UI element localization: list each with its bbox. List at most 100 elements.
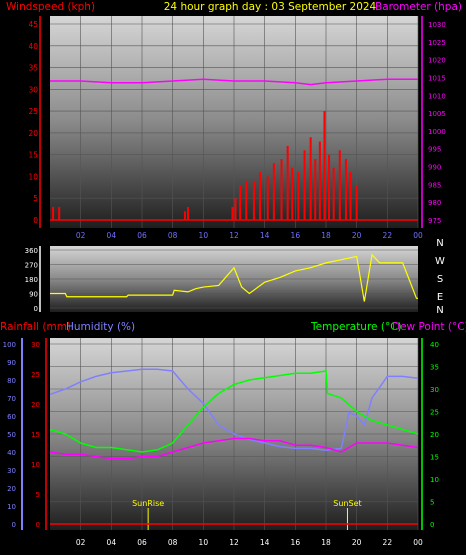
- windspeed-bar: [280, 159, 283, 220]
- barometer-tick-label: 990: [428, 164, 441, 172]
- windspeed-bar: [266, 176, 269, 220]
- windspeed-bar: [314, 159, 317, 220]
- barometer-tick-label: 1000: [428, 128, 446, 136]
- windspeed-bar: [183, 211, 186, 220]
- wind-tick-label: 5: [33, 194, 38, 203]
- wind-tick-label: 35: [28, 64, 38, 73]
- humidity-tick-label: 0: [12, 521, 16, 529]
- temp-tick-label: 30: [430, 386, 439, 394]
- temp-x-tick-label: 06: [137, 538, 147, 547]
- temp-x-tick-label: 14: [260, 538, 270, 547]
- temp-tick-label: 35: [430, 364, 439, 372]
- direction-tick-label: 180: [25, 276, 38, 284]
- humidity-tick-label: 70: [7, 395, 16, 403]
- direction-tick-label: 360: [25, 247, 38, 255]
- humidity-axis-label: Humidity (%): [66, 321, 135, 333]
- windspeed-bar: [318, 141, 321, 220]
- wind-x-tick-label: 12: [229, 231, 239, 240]
- sunset-label: SunSet: [333, 499, 361, 508]
- temp-x-tick-label: 04: [107, 538, 117, 547]
- barometer-tick-label: 1015: [428, 74, 446, 82]
- barometer-tick-label: 1005: [428, 110, 446, 118]
- barometer-tick-label: 975: [428, 217, 441, 225]
- sunrise-label: SunRise: [132, 499, 164, 508]
- temp-tick-label: 20: [430, 431, 439, 439]
- windspeed-bar: [234, 198, 237, 220]
- barometer-tick-label: 980: [428, 199, 441, 207]
- rain-tick-label: 30: [31, 341, 40, 349]
- temp-x-tick-label: 02: [76, 538, 86, 547]
- compass-label: S: [437, 274, 443, 285]
- rain-tick-label: 15: [31, 431, 40, 439]
- temp-x-tick-label: 12: [229, 538, 239, 547]
- barometer-tick-label: 1025: [428, 39, 446, 47]
- windspeed-bar: [297, 172, 300, 220]
- windspeed-bar: [245, 180, 248, 220]
- barometer-axis-label: Barometer (hpa): [375, 1, 462, 13]
- rain-tick-label: 25: [31, 371, 40, 379]
- temp-x-tick-label: 18: [321, 538, 331, 547]
- humidity-tick-label: 100: [3, 341, 16, 349]
- temp-tick-label: 15: [430, 454, 439, 462]
- temp-tick-label: 10: [430, 476, 439, 484]
- wind-tick-label: 0: [33, 216, 38, 225]
- temp-x-tick-label: 08: [168, 538, 178, 547]
- windspeed-bar: [332, 167, 335, 220]
- direction-tick-label: 270: [25, 262, 38, 270]
- wind-x-tick-label: 14: [260, 231, 270, 240]
- humidity-tick-label: 90: [7, 359, 16, 367]
- wind-tick-label: 15: [28, 151, 38, 160]
- temperature-axis-label: Temperature (°C): [310, 321, 402, 333]
- temp-x-tick-label: 10: [199, 538, 209, 547]
- barometer-tick-label: 1020: [428, 57, 446, 65]
- temp-x-tick-label: 00: [413, 538, 423, 547]
- humidity-tick-label: 50: [7, 431, 16, 439]
- wind-tick-label: 45: [28, 20, 38, 29]
- direction-tick-label: 90: [29, 291, 38, 299]
- direction-tick-label: 0: [34, 305, 38, 313]
- temp-tick-label: 0: [430, 521, 434, 529]
- windspeed-bar: [272, 163, 275, 220]
- rain-tick-label: 0: [36, 521, 40, 529]
- windspeed-bar: [328, 154, 331, 220]
- rain-axis-label: Rainfall (mm): [0, 321, 71, 333]
- humidity-tick-label: 40: [7, 449, 16, 457]
- wind-tick-label: 10: [28, 172, 38, 181]
- windspeed-bar: [338, 150, 341, 220]
- dewpoint-axis-label: Dew Point (°C): [392, 321, 466, 333]
- barometer-tick-label: 985: [428, 181, 441, 189]
- windspeed-bar: [344, 159, 347, 220]
- windspeed-bar: [355, 185, 358, 220]
- windspeed-bar: [286, 145, 289, 220]
- rain-tick-label: 10: [31, 461, 40, 469]
- wind-x-tick-label: 02: [76, 231, 86, 240]
- windspeed-bar: [58, 206, 61, 220]
- windspeed-bar: [309, 137, 312, 220]
- wind-tick-label: 40: [28, 42, 38, 51]
- wind-x-tick-label: 04: [107, 231, 117, 240]
- wind-x-tick-label: 18: [321, 231, 331, 240]
- barometer-tick-label: 995: [428, 146, 441, 154]
- chart-title: 24 hour graph day : 03 September 2024: [164, 1, 377, 13]
- humidity-tick-label: 60: [7, 413, 16, 421]
- humidity-tick-label: 30: [7, 467, 16, 475]
- humidity-tick-label: 10: [7, 503, 16, 511]
- rain-tick-label: 5: [36, 491, 40, 499]
- windspeed-bar: [231, 206, 234, 220]
- temp-x-tick-label: 16: [291, 538, 301, 547]
- wind-x-tick-label: 06: [137, 231, 147, 240]
- windspeed-bar: [259, 172, 262, 220]
- temp-tick-label: 25: [430, 409, 439, 417]
- temp-tick-label: 40: [430, 341, 439, 349]
- windspeed-bar: [323, 111, 326, 220]
- humidity-tick-label: 20: [7, 485, 16, 493]
- wind-x-tick-label: 20: [352, 231, 362, 240]
- compass-label: E: [437, 292, 443, 303]
- wind-x-tick-label: 10: [199, 231, 209, 240]
- windspeed-bar: [52, 206, 55, 220]
- temp-x-tick-label: 22: [383, 538, 393, 547]
- wind-x-tick-label: 00: [413, 231, 423, 240]
- windspeed-bar: [349, 172, 352, 220]
- barometer-tick-label: 1010: [428, 92, 446, 100]
- wind-axis-label: Windspeed (kph): [6, 1, 95, 13]
